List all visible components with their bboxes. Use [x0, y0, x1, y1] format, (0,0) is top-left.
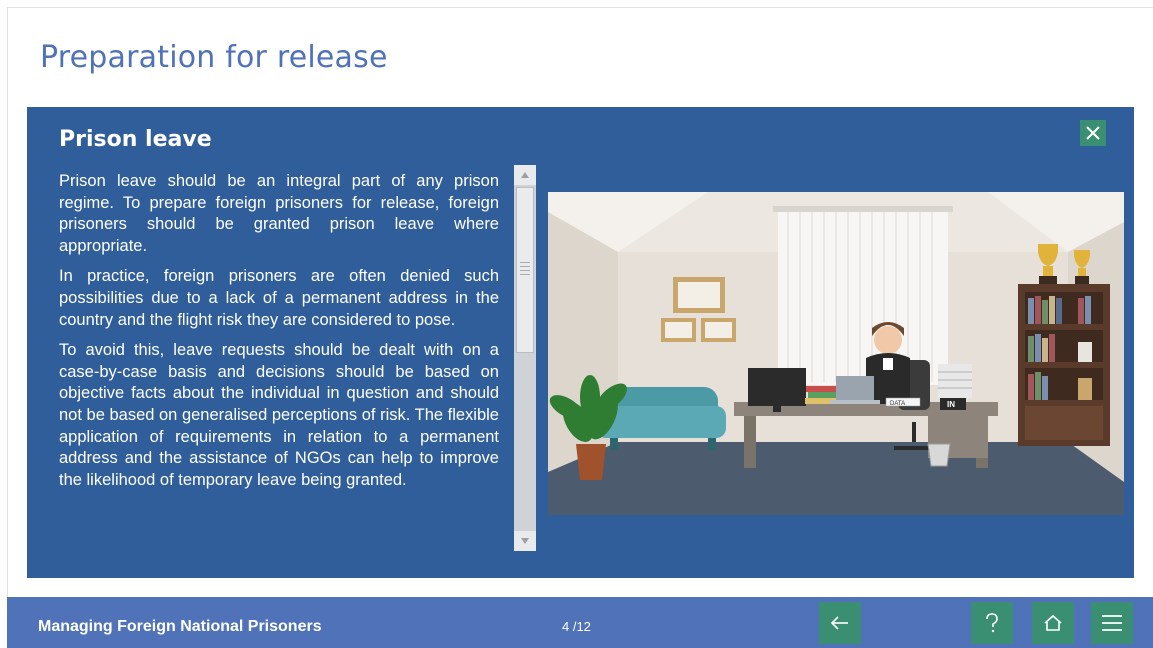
body-text: Prison leave should be an integral part … [59, 171, 499, 551]
menu-button[interactable] [1091, 602, 1133, 644]
help-button[interactable] [971, 602, 1013, 644]
scroll-down-button[interactable] [514, 531, 536, 551]
page-title: Preparation for release [40, 40, 388, 75]
arrow-left-icon [830, 616, 848, 630]
close-icon [1086, 126, 1100, 140]
paragraph: To avoid this, leave requests should be … [59, 341, 499, 489]
text-scrollbar[interactable] [514, 165, 536, 551]
home-icon [1044, 614, 1062, 631]
paragraph: Prison leave should be an integral part … [59, 172, 499, 255]
grip-icon [520, 262, 530, 278]
scroll-up-button[interactable] [514, 165, 536, 185]
help-icon [986, 613, 998, 633]
triangle-up-icon [521, 172, 529, 178]
scroll-thumb[interactable] [516, 187, 534, 353]
content-panel: Prison leave Prison leave should be an i… [27, 107, 1134, 578]
panel-title: Prison leave [59, 127, 212, 152]
menu-icon [1102, 615, 1122, 631]
office-illustration: DATA IN [548, 192, 1124, 515]
office-scene: DATA IN [548, 192, 1124, 515]
triangle-down-icon [521, 538, 529, 544]
course-title: Managing Foreign National Prisoners [38, 618, 322, 635]
home-button[interactable] [1032, 602, 1074, 644]
footer-bar: Managing Foreign National Prisoners 4 /1… [7, 597, 1153, 648]
paragraph: In practice, foreign prisoners are often… [59, 267, 499, 329]
close-button[interactable] [1080, 120, 1106, 146]
back-button[interactable] [819, 602, 861, 644]
document-label: DATA [890, 401, 905, 407]
in-tray-label: IN [947, 400, 955, 409]
page-counter: 4 /12 [562, 619, 591, 634]
